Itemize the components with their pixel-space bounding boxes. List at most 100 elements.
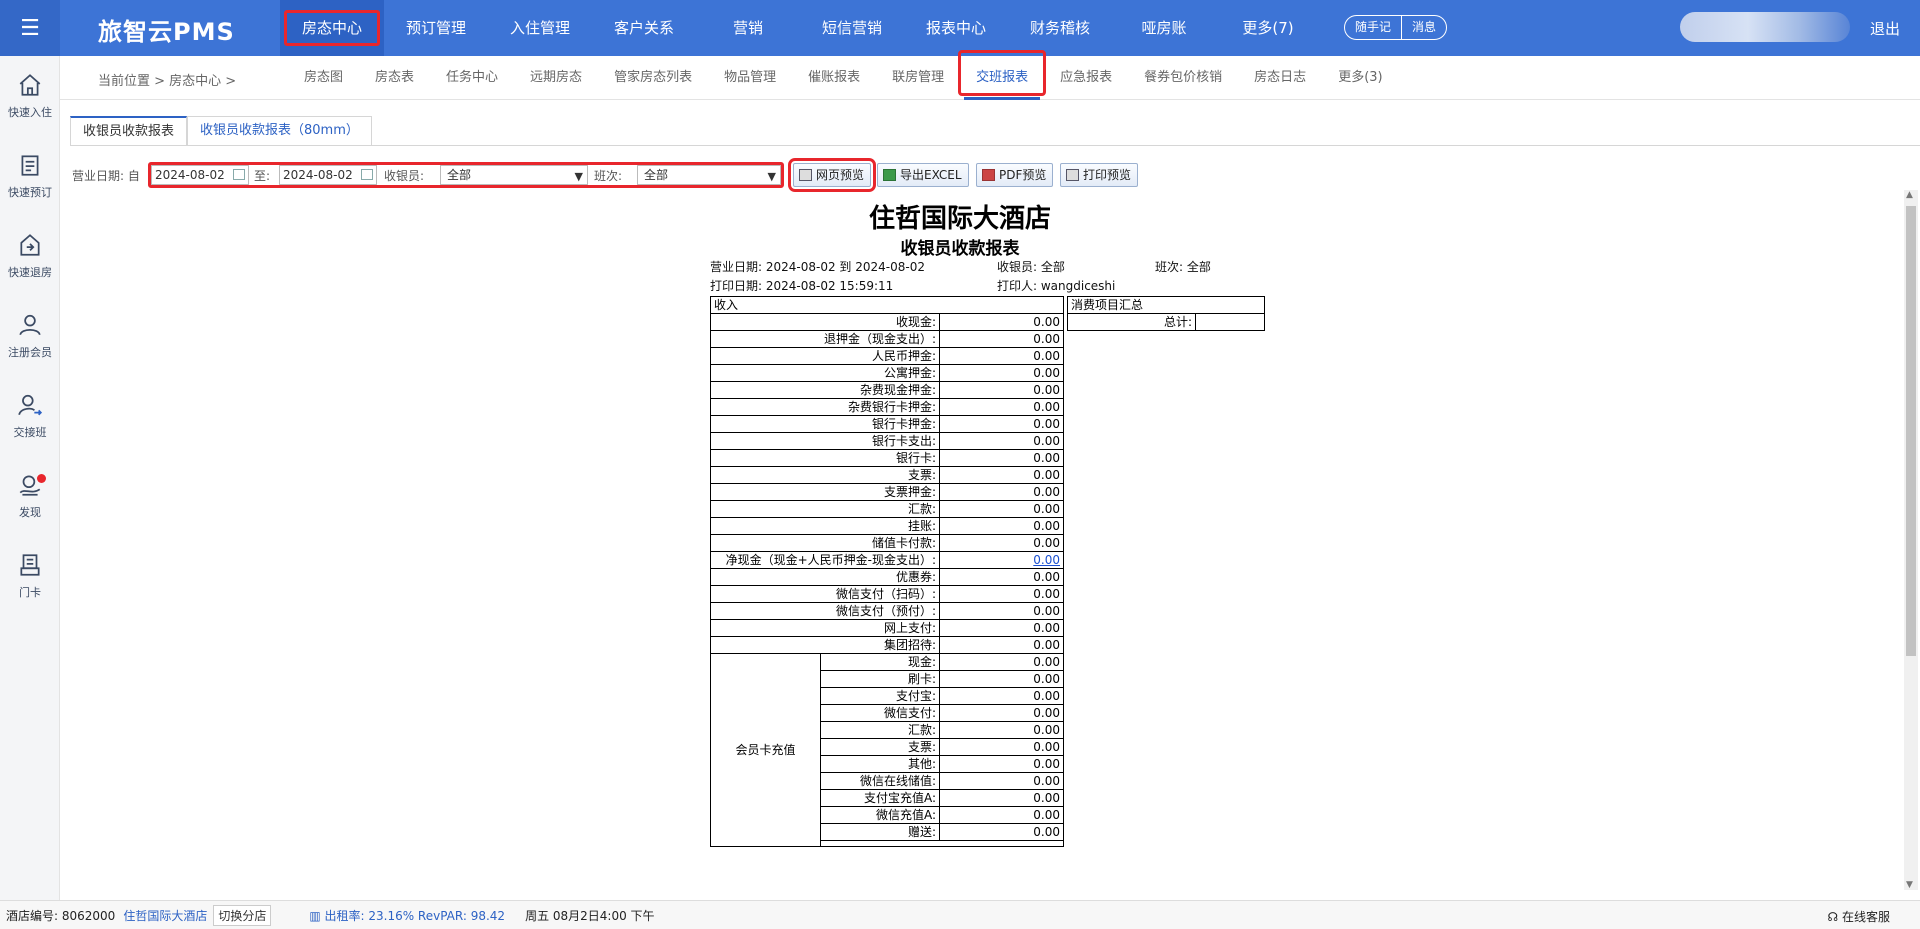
scroll-down-icon[interactable]: ▼ xyxy=(1906,880,1913,890)
report-hotel-name: 住哲国际大酒店 xyxy=(868,204,1051,234)
topnav-finance[interactable]: 财务稽核 xyxy=(1008,0,1112,56)
hotel-name-link[interactable]: 住哲国际大酒店 xyxy=(123,907,207,924)
income-row-label: 杂费现金押金: xyxy=(710,381,940,399)
sidebar-label: 发现 xyxy=(19,506,41,519)
topnav-marketing[interactable]: 营销 xyxy=(696,0,800,56)
tab-cashier-report-80mm[interactable]: 收银员收款报表（80mm） xyxy=(187,116,372,146)
printer-icon xyxy=(1066,169,1079,181)
sidebar-item-shift-handover[interactable]: 交接班 xyxy=(0,376,60,456)
member-row-label: 微信支付: xyxy=(820,704,940,722)
income-row: 杂费银行卡押金: 0.00 xyxy=(710,398,1064,416)
income-row-value: 0.00 xyxy=(939,432,1064,450)
subtab-room-map[interactable]: 房态图 xyxy=(288,56,359,100)
topnav-checkin[interactable]: 入住管理 xyxy=(488,0,592,56)
member-row-label: 支付宝: xyxy=(820,687,940,705)
income-row: 银行卡押金: 0.00 xyxy=(710,415,1064,433)
topnav-sms[interactable]: 短信营销 xyxy=(800,0,904,56)
income-row: 收现金: 0.00 xyxy=(710,313,1064,331)
income-row: 挂账: 0.00 xyxy=(710,517,1064,535)
report-tabs: 收银员收款报表 收银员收款报表（80mm） xyxy=(70,116,372,146)
logout-link[interactable]: 退出 xyxy=(1870,18,1900,39)
member-row-value: 0.00 xyxy=(939,721,1064,739)
note-button[interactable]: 随手记 xyxy=(1345,16,1401,39)
member-row-value: 0.00 xyxy=(939,772,1064,790)
cashier-label: 收银员: xyxy=(384,169,425,183)
income-row-label: 人民币押金: xyxy=(710,347,940,365)
pdf-icon xyxy=(982,169,995,181)
report-business-date: 营业日期: 2024-08-02 到 2024-08-02 xyxy=(710,260,925,274)
message-button[interactable]: 消息 xyxy=(1401,16,1446,39)
menu-toggle-icon[interactable]: ☰ xyxy=(0,0,60,56)
member-row-value: 0.00 xyxy=(939,755,1064,773)
income-row-value: 0.00 xyxy=(939,415,1064,433)
member-row-label: 赠送: xyxy=(820,823,940,841)
calendar-icon[interactable] xyxy=(361,169,373,180)
member-row-label: 现金: xyxy=(820,653,940,671)
occupancy-stats: ▥ 出租率: 23.16% RevPAR: 98.42 xyxy=(309,907,505,924)
summary-header: 消费项目汇总 xyxy=(1067,296,1265,314)
print-preview-button[interactable]: 打印预览 xyxy=(1060,163,1139,187)
income-row: 银行卡支出: 0.00 xyxy=(710,432,1064,450)
subtab-more[interactable]: 更多(3) xyxy=(1322,56,1398,100)
sidebar-item-door-card[interactable]: 门卡 xyxy=(0,536,60,616)
member-row-value: 0.00 xyxy=(939,738,1064,756)
income-row: 集团招待: 0.00 xyxy=(710,636,1064,654)
print-preview-label: 打印预览 xyxy=(1083,168,1132,182)
subtab-meal-voucher[interactable]: 餐券包价核销 xyxy=(1128,56,1238,100)
income-row-label: 支票: xyxy=(710,466,940,484)
online-service-button[interactable]: ☊ 在线客服 xyxy=(1828,908,1891,925)
export-excel-button[interactable]: 导出EXCEL xyxy=(877,163,969,187)
subtab-linked-rooms[interactable]: 联房管理 xyxy=(876,56,960,100)
member-recharge-group-label: 会员卡充值 xyxy=(710,653,821,847)
subtab-room-log[interactable]: 房态日志 xyxy=(1238,56,1322,100)
app-logo: 旅智云PMS xyxy=(98,18,235,46)
income-row-label: 汇款: xyxy=(710,500,940,518)
subtab-items[interactable]: 物品管理 xyxy=(708,56,792,100)
export-excel-label: 导出EXCEL xyxy=(900,168,962,182)
subtab-shift-report[interactable]: 交班报表 xyxy=(958,50,1047,100)
user-avatar-blurred[interactable] xyxy=(1680,12,1850,42)
card-icon xyxy=(20,554,40,576)
topnav-more[interactable]: 更多(7) xyxy=(1216,0,1320,56)
date-to-input[interactable]: 2024-08-02 xyxy=(279,165,377,185)
subtab-dunning[interactable]: 催账报表 xyxy=(792,56,876,100)
income-row-label: 退押金（现金支出）: xyxy=(710,330,940,348)
web-preview-button[interactable]: 网页预览 xyxy=(787,158,877,192)
member-row-label: 微信在线储值: xyxy=(820,772,940,790)
tab-cashier-report[interactable]: 收银员收款报表 xyxy=(70,116,188,146)
net-cash-link[interactable]: 0.00 xyxy=(1033,553,1060,567)
income-row-value: 0.00 xyxy=(939,313,1064,331)
vertical-scrollbar[interactable]: ▲ ▼ xyxy=(1904,190,1918,890)
income-row: 支票: 0.00 xyxy=(710,466,1064,484)
income-row-label: 净现金（现金+人民币押金-现金支出）: xyxy=(710,551,940,569)
pdf-preview-button[interactable]: PDF预览 xyxy=(976,163,1054,187)
cashier-select[interactable]: 全部 ▼ xyxy=(440,165,588,185)
report-print-date: 打印日期: 2024-08-02 15:59:11 xyxy=(710,279,894,293)
topnav-room-status[interactable]: 房态中心 xyxy=(280,0,384,56)
sidebar-item-quick-checkin[interactable]: 快速入住 xyxy=(0,56,60,136)
user-switch-icon xyxy=(18,394,43,416)
scrollbar-thumb[interactable] xyxy=(1906,206,1916,656)
breadcrumb: 当前位置 > 房态中心 > xyxy=(98,74,237,89)
shift-select[interactable]: 全部 ▼ xyxy=(637,165,781,185)
income-row: 网上支付: 0.00 xyxy=(710,619,1064,637)
date-from-input[interactable]: 2024-08-02 xyxy=(151,165,249,185)
current-datetime: 周五 08月2日4:00 下午 xyxy=(525,908,655,923)
subtab-room-table[interactable]: 房态表 xyxy=(359,56,430,100)
subtab-future-status[interactable]: 远期房态 xyxy=(514,56,598,100)
summary-total-value xyxy=(1195,313,1265,331)
calendar-icon[interactable] xyxy=(233,169,245,180)
topnav-crm[interactable]: 客户关系 xyxy=(592,0,696,56)
topnav-reservation[interactable]: 预订管理 xyxy=(384,0,488,56)
topnav-reports[interactable]: 报表中心 xyxy=(904,0,1008,56)
topnav-dummy-account[interactable]: 哑房账 xyxy=(1112,0,1216,56)
sidebar-item-discover[interactable]: 发现 xyxy=(0,456,60,536)
switch-branch-button[interactable]: 切换分店 xyxy=(213,904,272,926)
sidebar-item-register-member[interactable]: 注册会员 xyxy=(0,296,60,376)
home-icon xyxy=(19,74,41,96)
subtab-task-center[interactable]: 任务中心 xyxy=(430,56,514,100)
sidebar-label: 快速退房 xyxy=(8,266,52,279)
scroll-up-icon[interactable]: ▲ xyxy=(1906,190,1913,200)
subtab-emergency[interactable]: 应急报表 xyxy=(1044,56,1128,100)
subtab-housekeeping-list[interactable]: 管家房态列表 xyxy=(598,56,708,100)
